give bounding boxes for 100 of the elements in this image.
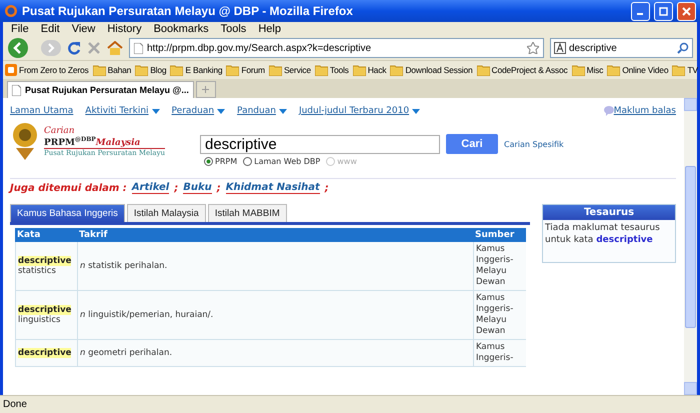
close-button[interactable]: [677, 2, 696, 20]
menu-item[interactable]: Bookmarks: [148, 23, 215, 35]
source-text: Kamus: [476, 244, 506, 255]
folder-icon: [314, 64, 328, 76]
source-text: Inggeris-: [476, 255, 514, 266]
result-tab[interactable]: Istilah MABBIM: [208, 204, 287, 222]
browser-logo-icon: [4, 4, 18, 18]
also-found-label: Juga ditemui dalam :: [10, 182, 127, 194]
bookmark-item[interactable]: Service: [268, 64, 311, 76]
definition-text: n geometri perihalan.: [80, 348, 174, 358]
separator-text: ;: [174, 182, 178, 194]
scope-radio[interactable]: Laman Web DBP: [243, 157, 320, 166]
matched-word: descriptive: [18, 256, 72, 266]
bookmark-item[interactable]: Download Session: [390, 64, 473, 76]
maximize-icon: [659, 6, 668, 16]
logo-emblem-icon: [10, 120, 40, 160]
source-text: Melayu: [476, 266, 508, 277]
feedback-link[interactable]: Maklum balas: [614, 106, 676, 116]
search-text: descriptive: [569, 42, 618, 54]
menu-item[interactable]: Help: [252, 23, 287, 35]
definition-text: n linguistik/pemerian, huraian/.: [80, 310, 214, 320]
address-field[interactable]: http://prpm.dbp.gov.my/Search.aspx?k=descriptive: [129, 38, 544, 58]
page-icon: [12, 84, 21, 96]
reload-icon[interactable]: [67, 41, 81, 55]
scope-radio[interactable]: PRPM: [204, 157, 238, 166]
caret-icon: [152, 108, 160, 114]
also-found-link[interactable]: Khidmat Nasihat: [226, 182, 320, 194]
nav-link[interactable]: Judul-judul Terbaru 2010: [298, 106, 420, 116]
source-text: Kamus: [476, 293, 506, 304]
nav-link[interactable]: Laman Utama: [10, 106, 74, 116]
folder-icon: [476, 64, 490, 76]
result-tab[interactable]: Istilah Malaysia: [126, 204, 206, 222]
caret-icon: [412, 108, 420, 114]
bookmark-item[interactable]: From Zero to Zeros: [5, 64, 89, 76]
search-button[interactable]: Cari: [446, 134, 498, 154]
bookmark-item[interactable]: CodeProject & Assoc: [476, 64, 568, 76]
new-tab-button[interactable]: [196, 81, 216, 98]
nav-link[interactable]: Peraduan: [172, 106, 226, 116]
browser-search-field[interactable]: descriptive: [550, 38, 693, 58]
status-text: Done: [3, 399, 27, 410]
bookmark-item[interactable]: E Banking: [170, 64, 222, 76]
folder-icon: [268, 64, 282, 76]
definition-text: n statistik perihalan.: [80, 261, 168, 271]
column-header: Sumber: [473, 228, 526, 242]
bookmark-item[interactable]: Online Video: [607, 64, 668, 76]
menu-item[interactable]: Edit: [34, 23, 66, 35]
advanced-search-link[interactable]: Carian Spesifik: [504, 140, 564, 148]
bookmark-item[interactable]: Bahan: [92, 64, 132, 76]
also-found-link[interactable]: Buku: [183, 182, 212, 194]
scrollbar[interactable]: [684, 98, 697, 395]
plus-icon: [202, 86, 210, 93]
bookmark-item[interactable]: Tools: [314, 64, 349, 76]
nav-link[interactable]: Panduan: [237, 106, 287, 116]
bookmark-item[interactable]: Hack: [352, 64, 386, 76]
thesaurus-title: Tesaurus: [543, 205, 675, 220]
folder-icon: [135, 64, 148, 76]
folder-icon: [572, 64, 585, 76]
separator-text: ;: [216, 182, 221, 194]
menu-item[interactable]: View: [66, 23, 102, 35]
source-text: Inggeris-: [476, 304, 514, 315]
stop-icon[interactable]: [87, 41, 101, 55]
result-tab[interactable]: Kamus Bahasa Inggeris: [10, 204, 125, 222]
search-field[interactable]: descriptive: [200, 134, 440, 154]
source-text: Dewan: [476, 277, 506, 288]
source-text: Inggeris-: [476, 353, 514, 364]
maximize-button[interactable]: [654, 2, 673, 20]
url-text: http://prpm.dbp.gov.my/Search.aspx?k=descriptive: [147, 42, 372, 54]
folder-icon: [92, 64, 106, 76]
folder-icon: [607, 64, 620, 76]
close-icon: [682, 6, 691, 16]
also-found-link[interactable]: Artikel: [132, 182, 170, 194]
source-text: Melayu: [476, 315, 508, 326]
menu-item[interactable]: File: [5, 23, 35, 35]
thesaurus-text: Tiada maklumat tesaurus untuk kata descriptive: [544, 222, 661, 247]
search-engine-icon: [554, 42, 566, 54]
caret-icon: [278, 108, 287, 114]
bookmark-item[interactable]: Blog: [135, 64, 166, 76]
folder-icon: [170, 64, 184, 76]
star-icon[interactable]: [527, 42, 539, 54]
home-icon[interactable]: [107, 41, 123, 55]
column-header: Takrif: [77, 228, 473, 242]
bookmark-item[interactable]: Forum: [226, 64, 265, 76]
column-header: Kata: [15, 228, 77, 242]
word-link[interactable]: descriptive: [596, 235, 653, 245]
page-icon: [134, 42, 143, 54]
nav-link[interactable]: Aktiviti Terkini: [85, 106, 160, 116]
folder-icon: [226, 64, 240, 76]
separator-text: ;: [324, 182, 329, 194]
word-text: statistics: [18, 266, 57, 276]
browser-tab[interactable]: Pusat Rujukan Persuratan Melayu @...: [7, 81, 194, 98]
folder-icon: [352, 64, 366, 76]
minimize-button[interactable]: [631, 2, 650, 20]
menu-item[interactable]: Tools: [214, 23, 252, 35]
window-title: Pusat Rujukan Persuratan Melayu @ DBP - Mozilla Firefox: [22, 4, 354, 18]
menu-item[interactable]: History: [101, 23, 148, 35]
logo-title: PRPM$^{@DBP}$Malaysia: [44, 136, 142, 148]
search-icon[interactable]: [677, 42, 689, 54]
folder-icon: [390, 64, 404, 76]
bookmark-item[interactable]: Misc: [572, 64, 604, 76]
speech-bubble-icon: [604, 106, 614, 116]
